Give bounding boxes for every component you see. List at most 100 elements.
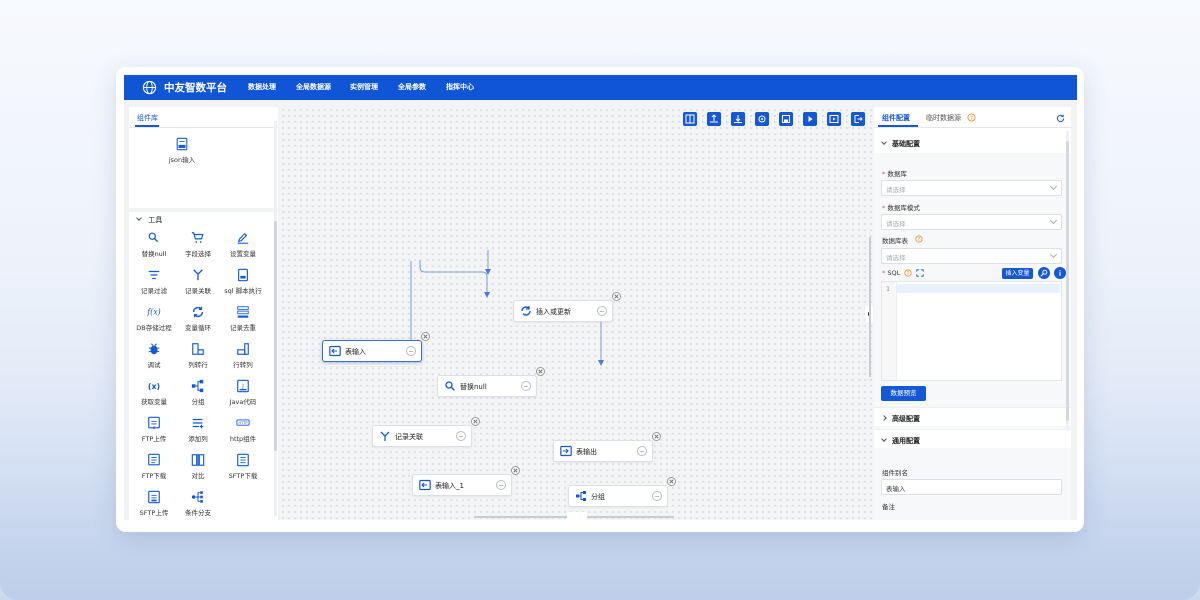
tab-component-config[interactable]: 组件配置 [882,113,910,123]
general-config-title[interactable]: 通用配置 [881,436,920,446]
close-icon[interactable] [536,367,545,376]
add-icon[interactable] [521,381,531,391]
nav-data-processing[interactable]: 数据处理 [248,82,276,92]
info-button[interactable] [1054,267,1066,279]
insert-variable-button[interactable]: 插入变量 [1002,268,1033,279]
chevron-down-icon [1049,250,1058,259]
cart-icon [191,232,204,243]
component-label: 列转行 [188,361,208,369]
search-sql-button[interactable] [1038,267,1050,279]
component-function[interactable]: f(x) DB存储过程 [129,305,179,332]
help-icon[interactable]: ? [967,113,976,122]
library-scrollbar[interactable] [274,121,277,516]
component-merge[interactable]: 记录关联 [173,268,223,295]
component-col-to-row[interactable]: 列转行 [173,342,223,369]
close-icon[interactable] [421,332,430,341]
close-icon[interactable] [612,292,621,301]
add-icon[interactable] [496,480,506,490]
flow-canvas[interactable]: 插入或更新 表输入 替换null 记录关联 表输出 表输入_1 分组 [280,107,873,520]
node-record-join[interactable]: 记录关联 [372,417,480,447]
node-table-input-1[interactable]: 表输入_1 [412,466,520,496]
help-icon[interactable]: ? [915,235,923,243]
node-insert-update[interactable]: 插入或更新 [513,292,621,322]
component-loop[interactable]: 变量循环 [173,305,223,332]
component-ftp-download[interactable]: FTP下载 [129,453,179,480]
component-filter[interactable]: 记录过滤 [129,268,179,295]
component-java[interactable]: J Java代码 [218,379,268,406]
schema-label: * 数据库模式 [882,204,920,212]
add-icon[interactable] [652,491,662,501]
schema-select[interactable]: 请选择 [881,214,1062,230]
component-compare[interactable]: 对比 [173,453,223,480]
component-cart[interactable]: 字段选择 [173,231,223,258]
component-replace-null[interactable]: 替换null [129,231,179,258]
component-label: 分组 [191,398,205,406]
component-variable[interactable]: (x) 获取变量 [129,379,179,406]
chevron-down-icon [881,436,887,442]
component-json-input[interactable]: json输入 [157,137,207,164]
nav-instance-management[interactable]: 实例管理 [350,82,378,92]
basic-config-title[interactable]: 基础配置 [881,139,920,149]
component-sftp-download[interactable]: SFTP下载 [218,453,268,480]
chevron-down-icon [1049,182,1058,191]
collapse-bottom-button[interactable] [567,512,587,520]
add-icon[interactable] [597,306,607,316]
svg-text:(x): (x) [148,382,160,391]
library-tab[interactable]: 组件库 [129,107,278,128]
component-pen[interactable]: 设置变量 [218,231,268,258]
close-icon[interactable] [667,477,676,486]
close-icon[interactable] [652,432,661,441]
config-scrollbar[interactable] [1066,131,1069,431]
close-icon[interactable] [511,466,520,475]
component-script[interactable]: sql 脚本执行 [218,268,268,295]
tools-section-header[interactable]: 工具 [136,215,162,225]
help-icon[interactable]: ? [904,269,912,277]
node-table-input[interactable]: 表输入 [322,332,430,362]
add-icon[interactable] [637,446,647,456]
group-icon [191,379,204,393]
search-icon [1040,269,1048,277]
component-label: 记录去重 [230,324,256,332]
nav-global-datasource[interactable]: 全局数据源 [296,82,331,92]
replace-null-icon [445,381,455,391]
add-icon[interactable] [406,346,416,356]
tab-temp-datasource[interactable]: 临时数据源 [926,113,961,123]
node-replace-null[interactable]: 替换null [437,367,545,397]
json-file-icon [176,137,188,151]
canvas-vertical-scrollbar[interactable] [869,237,871,377]
chevron-down-icon [136,215,142,221]
nav-global-params[interactable]: 全局参数 [398,82,426,92]
scrollbar-thumb[interactable] [274,221,277,451]
component-label: 字段选择 [185,250,211,258]
component-bug[interactable]: 调试 [129,342,179,369]
node-label: 记录关联 [395,433,423,441]
filter-icon [148,270,160,280]
component-row-to-col[interactable]: 行转列 [218,342,268,369]
function-icon: f(x) [147,308,161,317]
nav-command-center[interactable]: 指挥中心 [446,82,474,92]
fullscreen-icon[interactable] [916,269,924,277]
node-label: 插入或更新 [536,308,571,316]
close-icon[interactable] [471,417,480,426]
tab-underline [135,125,159,127]
brand-title: 中友智数平台 [164,82,227,94]
variable-icon: (x) [148,382,160,391]
advanced-config-title[interactable]: 高级配置 [881,414,920,424]
sql-editor[interactable]: 1 [881,281,1062,381]
refresh-icon[interactable] [1056,114,1065,123]
component-group[interactable]: 分组 [173,379,223,406]
component-dedupe[interactable]: 记录去重 [218,305,268,332]
component-ftp-upload[interactable]: FTP上传 [129,416,179,443]
component-label: json输入 [168,156,196,164]
add-icon[interactable] [456,431,466,441]
component-http[interactable]: HTTP http组件 [218,416,268,443]
component-sftp-upload[interactable]: SFTP上传 [129,490,179,517]
component-branch[interactable]: 条件分支 [173,490,223,517]
data-preview-button[interactable]: 数据预览 [881,386,926,401]
database-select[interactable]: 请选择 [881,180,1062,196]
component-add-column[interactable]: 添加列 [173,416,223,443]
node-table-output[interactable]: 表输出 [553,432,661,462]
alias-input[interactable]: 表输入 [881,479,1062,495]
table-select[interactable]: 请选择 [881,248,1062,264]
node-group[interactable]: 分组 [568,477,676,507]
